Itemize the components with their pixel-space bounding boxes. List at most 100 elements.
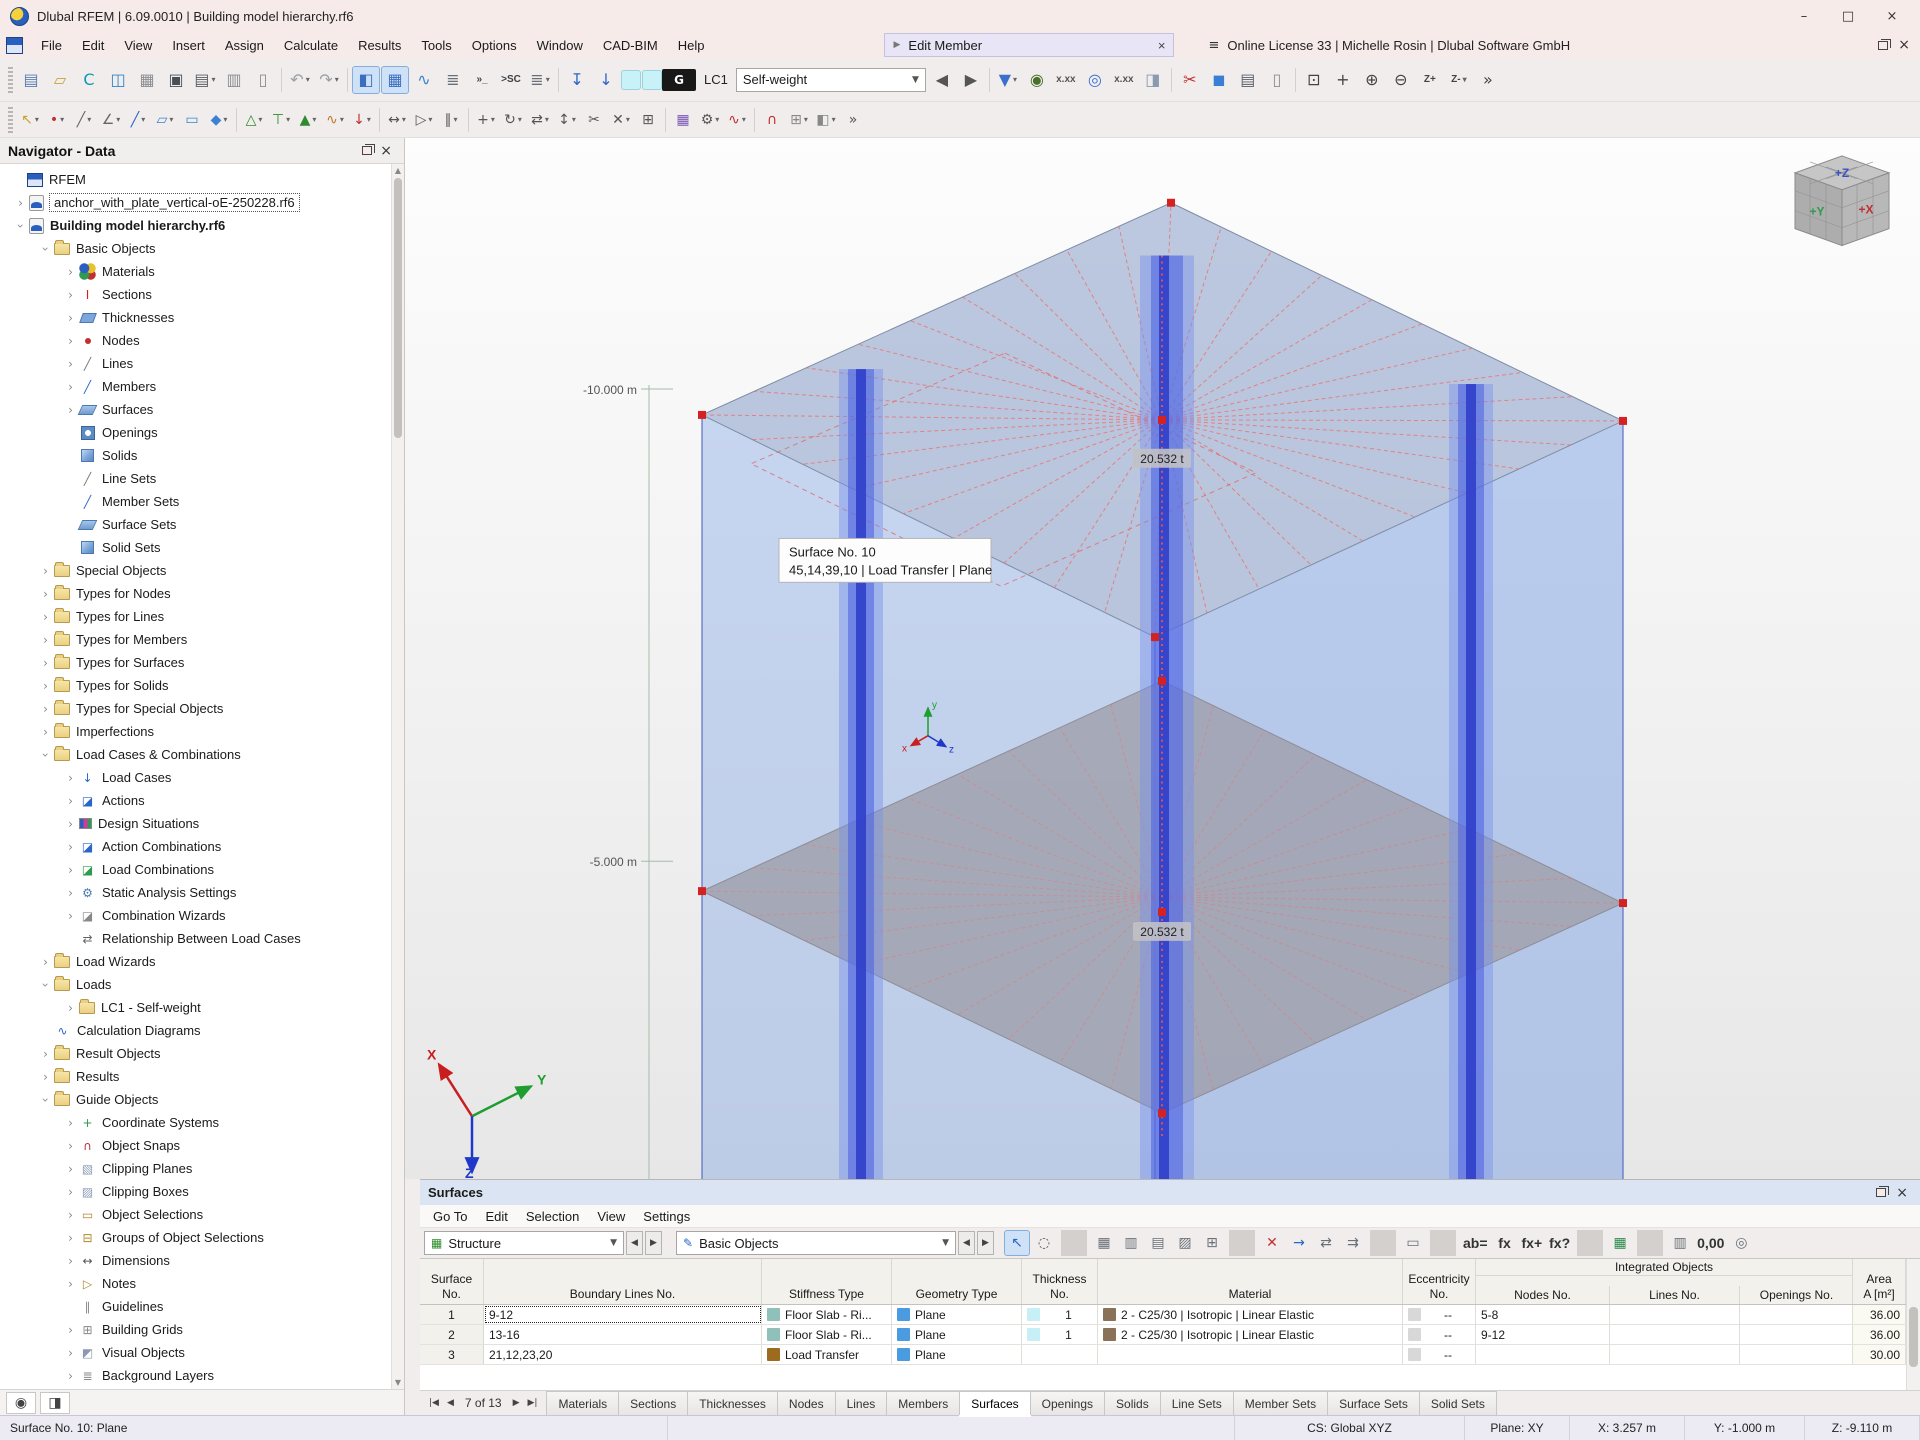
redo-icon[interactable]: ↷ [315, 66, 343, 94]
tree-item[interactable]: Result Objects [0, 1042, 391, 1065]
eccentricity-cell[interactable]: -- [1403, 1325, 1476, 1344]
menu-item[interactable]: Insert [162, 35, 215, 56]
tree-item[interactable]: Dimensions [0, 1249, 391, 1272]
export-row-icon[interactable]: → [1286, 1230, 1312, 1256]
panel-menu-item[interactable]: Edit [476, 1207, 516, 1226]
tree-item[interactable]: Special Objects [0, 559, 391, 582]
calculator-icon[interactable]: ▥ [1667, 1230, 1693, 1256]
insert-support-icon[interactable]: △ [241, 107, 267, 133]
expander-icon[interactable] [62, 909, 79, 923]
more-view-tools-icon[interactable]: » [1474, 66, 1502, 94]
eccentricity-cell[interactable]: -- [1403, 1305, 1476, 1324]
area-cell[interactable]: 36.00 [1853, 1305, 1906, 1324]
separator[interactable] [665, 108, 666, 132]
separator[interactable] [1370, 1230, 1396, 1256]
navigator-toggle-icon[interactable]: ◧ [352, 66, 380, 94]
column-center[interactable] [1140, 256, 1194, 1179]
expander-icon[interactable] [37, 702, 54, 716]
expander-icon[interactable] [37, 610, 54, 624]
last-table-button[interactable]: ▶| [525, 1396, 541, 1410]
separator[interactable] [379, 108, 380, 132]
table-category-select[interactable]: ✎ Basic Objects ▼ [676, 1231, 956, 1255]
tree-item[interactable]: Types for Members [0, 628, 391, 651]
expander-icon[interactable] [37, 748, 54, 762]
tree-item[interactable]: Member Sets [0, 490, 391, 513]
toolbar-handle[interactable] [8, 67, 13, 93]
separator[interactable] [1061, 1230, 1087, 1256]
insert-hinge-icon[interactable]: ⊤ [268, 107, 294, 133]
load-distribution-values-icon[interactable]: x.xx [1110, 66, 1138, 94]
row-number-cell[interactable]: 1 [420, 1305, 484, 1324]
menu-item[interactable]: File [31, 35, 72, 56]
table-settings-icon[interactable]: ▦ [1091, 1230, 1117, 1256]
load-case-select[interactable]: Self-weight ▼ [736, 68, 926, 92]
tree-item[interactable]: Actions [0, 789, 391, 812]
table-tab[interactable]: Solids [1104, 1391, 1161, 1415]
generate-mesh-icon[interactable]: ▦ [670, 107, 696, 133]
tree-item[interactable]: Combination Wizards [0, 904, 391, 927]
menu-item[interactable]: Assign [215, 35, 274, 56]
maximize-button[interactable]: □ [1828, 3, 1868, 29]
table-scrollbar[interactable] [1906, 1259, 1920, 1390]
separator[interactable] [754, 108, 755, 132]
stiffness-type-cell[interactable]: Floor Slab - Ri... [762, 1305, 892, 1324]
guideline-icon[interactable]: ∥ [438, 107, 464, 133]
tree-item[interactable]: Materials [0, 260, 391, 283]
surfaces-panel-header[interactable]: Surfaces × [420, 1180, 1920, 1205]
openings-no-cell[interactable] [1740, 1305, 1853, 1324]
prev-table-button[interactable]: ◀ [958, 1231, 975, 1255]
thickness-cell[interactable] [1022, 1345, 1098, 1364]
expander-icon[interactable] [12, 219, 29, 233]
expander-icon[interactable] [62, 265, 79, 279]
expander-icon[interactable] [37, 1070, 54, 1084]
frame-icon[interactable]: ▭ [1400, 1230, 1426, 1256]
tree-item[interactable]: Results [0, 1065, 391, 1088]
exchange-icon[interactable]: ⇄ [1313, 1230, 1339, 1256]
tree-item[interactable]: Basic Objects [0, 237, 391, 260]
table-check-icon[interactable]: ▨ [1172, 1230, 1198, 1256]
insert-surface-icon[interactable]: ▱ [152, 107, 178, 133]
close-button[interactable]: × [1872, 3, 1912, 29]
note-icon[interactable]: ▷ [411, 107, 437, 133]
model-3d-view[interactable]: -10.000 m -5.000 m 20.532 t 20.532 t [405, 138, 1920, 1179]
close-panel-icon[interactable]: × [1898, 37, 1910, 53]
load-color-box1[interactable] [621, 70, 641, 90]
separator[interactable] [347, 68, 348, 92]
tree-item[interactable]: Load Wizards [0, 950, 391, 973]
menu-item[interactable]: Edit [72, 35, 114, 56]
select-objects-icon[interactable]: ↖ [17, 107, 43, 133]
row-number-cell[interactable]: 3 [420, 1345, 484, 1364]
expander-icon[interactable] [62, 334, 79, 348]
object-snap-icon[interactable]: ∩ [759, 107, 785, 133]
table-tab[interactable]: Solid Sets [1419, 1391, 1497, 1415]
tree-item[interactable]: Guide Objects [0, 1088, 391, 1111]
trim-icon[interactable]: ✂ [581, 107, 607, 133]
print-graphic-icon[interactable]: ▤ [1234, 66, 1262, 94]
filter-loads-icon[interactable]: ▼ [994, 66, 1022, 94]
separator[interactable] [558, 68, 559, 92]
thickness-cell[interactable]: 1 [1022, 1305, 1098, 1324]
work-plane-icon[interactable]: ◧ [813, 107, 839, 133]
expander-icon[interactable] [62, 1001, 79, 1015]
tree-item[interactable]: Visual Objects [0, 1341, 391, 1364]
load-cases-icon[interactable]: ↓ [592, 66, 620, 94]
tree-item[interactable]: Notes [0, 1272, 391, 1295]
expander-icon[interactable] [62, 1185, 79, 1199]
new-load-case-icon[interactable]: ↧ [563, 66, 591, 94]
table-sort-icon[interactable]: ▤ [1145, 1230, 1171, 1256]
first-table-button[interactable]: |◀ [426, 1396, 442, 1410]
boundary-lines-cell[interactable]: 9-12 [484, 1305, 762, 1324]
expander-icon[interactable] [37, 587, 54, 601]
console-icon[interactable]: »_ [468, 66, 496, 94]
table-list2-icon[interactable]: ≣ [526, 66, 554, 94]
separator[interactable] [1295, 68, 1296, 92]
menu-item[interactable]: Window [527, 35, 593, 56]
insert-solid-icon[interactable]: ◆ [206, 107, 232, 133]
lines-no-cell[interactable] [1610, 1305, 1740, 1324]
scroll-down-icon[interactable]: ▼ [392, 1376, 404, 1389]
expander-icon[interactable] [37, 978, 54, 992]
print-icon[interactable]: ▤ [191, 66, 219, 94]
lines-no-cell[interactable] [1610, 1325, 1740, 1344]
tree-item[interactable]: Action Combinations [0, 835, 391, 858]
formula-add-icon[interactable]: fx+ [1519, 1230, 1546, 1256]
